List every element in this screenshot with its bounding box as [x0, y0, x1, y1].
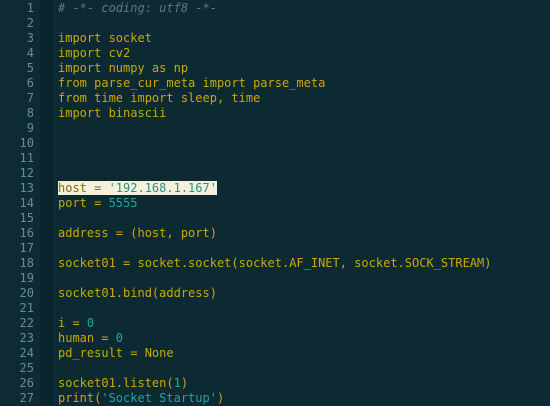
line-number: 1: [26, 1, 34, 15]
code-line[interactable]: 10: [0, 136, 550, 151]
code-line[interactable]: 26 socket01.listen(1): [0, 376, 550, 391]
code-line[interactable]: 17: [0, 241, 550, 256]
code-line[interactable]: 14 port = 5555: [0, 196, 550, 211]
code-line[interactable]: 11: [0, 151, 550, 166]
code-text[interactable]: from time import sleep, time: [58, 91, 260, 106]
code-line[interactable]: 1 # -*- coding: utf8 -*-: [0, 1, 550, 16]
code-token: port =: [58, 196, 109, 210]
code-text[interactable]: import numpy as np: [58, 61, 188, 76]
code-line[interactable]: 5 import numpy as np: [0, 61, 550, 76]
selected-text[interactable]: host = '192.168.1.167': [58, 181, 217, 195]
code-text[interactable]: import socket: [58, 31, 152, 46]
line-number: 16: [19, 226, 34, 240]
line-number: 15: [19, 211, 34, 225]
code-text[interactable]: socket01.bind(address): [58, 286, 217, 301]
line-number: 18: [19, 256, 34, 270]
number-literal: 0: [115, 331, 124, 345]
line-number: 6: [26, 76, 34, 90]
code-text[interactable]: i = 0: [58, 316, 94, 331]
code-line[interactable]: 3 import socket: [0, 31, 550, 46]
code-line[interactable]: 24 pd_result = None: [0, 346, 550, 361]
code-line[interactable]: 2: [0, 16, 550, 31]
code-token: address = (host, port): [58, 226, 217, 240]
code-line[interactable]: 25: [0, 361, 550, 376]
line-number: 14: [19, 196, 34, 210]
line-number: 26: [19, 376, 34, 390]
code-token: socket01 = socket.socket(socket.AF_INET,…: [58, 256, 492, 270]
code-token: ): [180, 376, 189, 390]
code-comment: # -*- coding: utf8 -*-: [58, 1, 217, 15]
line-number: 19: [19, 271, 34, 285]
code-token: from time import sleep, time: [58, 91, 261, 105]
code-token: pd_result = None: [58, 346, 174, 360]
line-number: 17: [19, 241, 34, 255]
code-text[interactable]: address = (host, port): [58, 226, 217, 241]
code-text[interactable]: print('Socket Startup'): [58, 391, 224, 406]
code-line[interactable]: 8 import binascii: [0, 106, 550, 121]
code-line[interactable]: 6 from parse_cur_meta import parse_meta: [0, 76, 550, 91]
code-line[interactable]: 13 host = '192.168.1.167': [0, 181, 550, 196]
code-text[interactable]: from parse_cur_meta import parse_meta: [58, 76, 325, 91]
code-line[interactable]: 4 import cv2: [0, 46, 550, 61]
code-token: import binascii: [58, 106, 167, 120]
code-text[interactable]: pd_result = None: [58, 346, 174, 361]
code-line[interactable]: 9: [0, 121, 550, 136]
line-number: 13: [19, 181, 34, 195]
string-literal: 'Socket Startup': [101, 391, 217, 405]
code-line[interactable]: 7 from time import sleep, time: [0, 91, 550, 106]
line-number: 5: [26, 61, 34, 75]
code-line[interactable]: 19: [0, 271, 550, 286]
code-text[interactable]: host = '192.168.1.167': [58, 181, 217, 196]
code-line[interactable]: 16 address = (host, port): [0, 226, 550, 241]
line-number: 2: [26, 16, 34, 30]
number-literal: 5555: [108, 196, 138, 210]
code-text[interactable]: human = 0: [58, 331, 123, 346]
code-token: socket01.bind(address): [58, 286, 217, 300]
code-token: i =: [58, 316, 87, 330]
code-text[interactable]: socket01 = socket.socket(socket.AF_INET,…: [58, 256, 491, 271]
code-line[interactable]: 27 print('Socket Startup'): [0, 391, 550, 406]
code-token: import cv2: [58, 46, 131, 60]
code-line[interactable]: 12: [0, 166, 550, 181]
code-text[interactable]: port = 5555: [58, 196, 137, 211]
line-number: 23: [19, 331, 34, 345]
code-editor[interactable]: 1 # -*- coding: utf8 -*- 2 3 import socket 4 i…: [0, 0, 550, 405]
line-number: 12: [19, 166, 34, 180]
code-token: socket01.listen(: [58, 376, 174, 390]
code-line[interactable]: 15: [0, 211, 550, 226]
code-token: import numpy as np: [58, 61, 189, 75]
code-line[interactable]: 20 socket01.bind(address): [0, 286, 550, 301]
line-number: 10: [19, 136, 34, 150]
line-number: 27: [19, 391, 34, 405]
line-number: 4: [26, 46, 34, 60]
line-number: 11: [19, 151, 34, 165]
code-token: human =: [58, 331, 116, 345]
line-number: 7: [26, 91, 34, 105]
code-line[interactable]: 18 socket01 = socket.socket(socket.AF_INE…: [0, 256, 550, 271]
code-line[interactable]: 23 human = 0: [0, 331, 550, 346]
code-text[interactable]: socket01.listen(1): [58, 376, 188, 391]
number-literal: 0: [86, 316, 95, 330]
code-line[interactable]: 22 i = 0: [0, 316, 550, 331]
line-number: 22: [19, 316, 34, 330]
code-token: ): [216, 391, 225, 405]
line-number: 8: [26, 106, 34, 120]
line-number: 20: [19, 286, 34, 300]
code-token: print(: [58, 391, 102, 405]
code-text[interactable]: import binascii: [58, 106, 166, 121]
code-token: host =: [58, 181, 109, 195]
string-literal: '192.168.1.167': [108, 181, 217, 195]
line-number: 25: [19, 361, 34, 375]
line-number: 3: [26, 31, 34, 45]
code-text[interactable]: import cv2: [58, 46, 130, 61]
code-text[interactable]: # -*- coding: utf8 -*-: [58, 1, 217, 16]
number-literal: 1: [173, 376, 181, 390]
code-token: from parse_cur_meta import parse_meta: [58, 76, 326, 90]
line-number: 24: [19, 346, 34, 360]
line-number: 21: [19, 301, 34, 315]
code-line[interactable]: 21: [0, 301, 550, 316]
code-token: import socket: [58, 31, 152, 45]
line-number: 9: [26, 121, 34, 135]
